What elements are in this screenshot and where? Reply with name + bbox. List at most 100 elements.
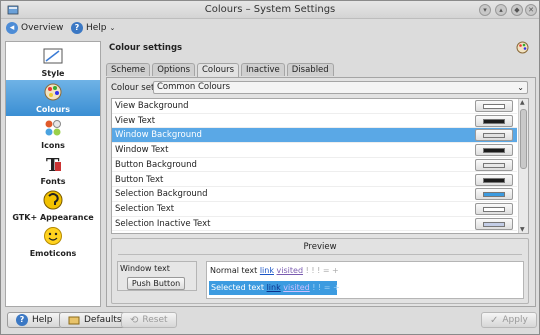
colour-swatch [483, 118, 505, 124]
list-item[interactable]: Selection Text [112, 202, 517, 217]
keep-above-button[interactable]: ◆ [511, 4, 523, 16]
list-item[interactable]: Selection Inactive Text [112, 217, 517, 232]
sidebar-item-style[interactable]: Style [6, 44, 100, 80]
colour-picker-button[interactable] [475, 158, 513, 171]
settings-window: Colours – System Settings ▾ ▴ ◆ ✕ ◂ Over… [0, 0, 540, 335]
overview-button[interactable]: ◂ Overview [6, 21, 63, 35]
list-item[interactable]: Button Background [112, 158, 517, 173]
colour-swatch [483, 104, 505, 109]
scroll-down-icon[interactable]: ▼ [520, 226, 525, 233]
colour-swatch [483, 148, 505, 154]
tab-inactive[interactable]: Inactive [241, 63, 285, 76]
sidebar-item-icons[interactable]: Icons [6, 116, 100, 152]
sidebar-item-colours[interactable]: Colours [6, 80, 100, 116]
list-item[interactable]: View Text [112, 114, 517, 129]
colour-picker-button[interactable] [475, 202, 513, 215]
preview-selected-line: Selected text link visited ! ! = + [209, 281, 340, 295]
preview-link[interactable]: link [260, 266, 274, 275]
colour-picker-button[interactable] [475, 129, 513, 142]
font-letter-icon: T [46, 155, 61, 174]
preview-view: Normal text link visited ! ! ! = + Selec… [206, 261, 524, 299]
page-title: Colour settings [109, 43, 183, 53]
colour-role-label: Selection Inactive Text [115, 218, 211, 229]
preview-window-text: Window text [120, 264, 170, 273]
scrollbar-thumb[interactable] [520, 109, 527, 169]
smiley-icon [44, 227, 62, 245]
colour-picker-button[interactable] [475, 217, 513, 230]
preview-group: Preview Window text Push Button Normal t… [111, 238, 529, 304]
gtk-logo-icon [43, 190, 63, 210]
overview-label: Overview [21, 23, 64, 33]
colour-picker-button[interactable] [475, 114, 513, 127]
colour-picker-button[interactable] [475, 173, 513, 186]
list-scrollbar[interactable]: ▲ ▼ [518, 99, 528, 233]
close-window-button[interactable]: ✕ [525, 4, 537, 16]
colour-set-label: Colour set: [111, 83, 158, 93]
colour-set-select[interactable]: Common Colours ⌄ [153, 81, 528, 94]
colour-list: View Background View Text Window Backgroun… [111, 98, 529, 234]
tab-disabled[interactable]: Disabled [286, 63, 334, 76]
back-arrow-icon: ◂ [6, 22, 18, 34]
colour-swatch [483, 133, 505, 139]
checkmark-icon: ✓ [490, 314, 499, 326]
chevron-down-icon: ⌄ [109, 24, 116, 32]
list-item[interactable]: View Background [112, 99, 517, 114]
colour-role-label: Selection Text [115, 203, 175, 214]
style-window-icon [43, 48, 63, 64]
tab-colours[interactable]: Colours [197, 63, 240, 77]
colour-picker-button[interactable] [475, 100, 513, 112]
sidebar-item-emoticons[interactable]: Emoticons [6, 224, 100, 260]
preview-selected-link[interactable]: link [267, 283, 281, 292]
divider [118, 254, 522, 255]
defaults-button[interactable]: Defaults [59, 312, 131, 328]
colour-set-value: Common Colours [157, 82, 230, 92]
reset-button[interactable]: ⟲ Reset [121, 312, 177, 328]
colour-swatch [483, 177, 505, 183]
preview-selected-visited[interactable]: visited [283, 283, 309, 292]
preview-push-button[interactable]: Push Button [127, 277, 185, 290]
maximize-window-button[interactable]: ▴ [495, 4, 507, 16]
colour-role-label: Button Text [115, 174, 164, 185]
tab-options[interactable]: Options [152, 63, 195, 76]
colour-role-label: Window Text [115, 145, 169, 156]
colour-role-label: Button Background [115, 159, 197, 170]
defaults-icon [68, 316, 80, 325]
colours-module-icon [516, 41, 529, 54]
reset-icon: ⟲ [130, 314, 139, 326]
help-menu-button[interactable]: ? Help ⌄ [71, 21, 115, 35]
list-item[interactable]: Window Text [112, 143, 517, 158]
tab-bar: Scheme Options Colours Inactive Disabled [106, 63, 336, 77]
colour-swatch [483, 192, 505, 198]
toolbar: ◂ Overview ? Help ⌄ [1, 19, 539, 37]
colour-role-label: View Background [115, 101, 189, 111]
colour-role-label: Selection Background [115, 189, 208, 200]
help-icon: ? [16, 314, 28, 326]
window-title: Colours – System Settings [204, 4, 336, 15]
preview-extra-text: ! ! ! = + [305, 266, 339, 275]
colour-swatch [483, 206, 505, 212]
tab-scheme[interactable]: Scheme [106, 63, 151, 76]
scroll-up-icon[interactable]: ▲ [520, 99, 525, 106]
preview-visited-link[interactable]: visited [277, 266, 303, 275]
sidebar-item-fonts[interactable]: T Fonts [6, 152, 100, 188]
colour-picker-button[interactable] [475, 144, 513, 157]
preview-selected-extra: ! ! = + [312, 283, 340, 292]
list-item[interactable]: Button Text [112, 173, 517, 188]
sidebar-item-gtk-appearance[interactable]: GTK+ Appearance [6, 188, 100, 224]
preview-window: Window text Push Button [117, 261, 197, 291]
list-item[interactable]: Window Background [112, 128, 517, 144]
help-label: Help [86, 23, 107, 33]
minimize-window-button[interactable]: ▾ [479, 4, 491, 16]
colour-role-label: View Text [115, 115, 156, 126]
colour-picker-button[interactable] [475, 188, 513, 201]
help-button[interactable]: ? Help [7, 312, 62, 328]
preview-normal-line: Normal text link visited ! ! ! = + [210, 266, 339, 275]
apply-button[interactable]: ✓ Apply [481, 312, 537, 328]
preview-title: Preview [303, 242, 337, 252]
palette-icon [44, 83, 62, 101]
title-bar: Colours – System Settings ▾ ▴ ◆ ✕ [1, 1, 539, 19]
list-item[interactable]: Selection Background [112, 187, 517, 202]
colour-swatch [483, 221, 505, 227]
icons-grid-icon [45, 120, 61, 136]
colours-panel: Colour set: Common Colours ⌄ View Backgr… [106, 77, 536, 307]
